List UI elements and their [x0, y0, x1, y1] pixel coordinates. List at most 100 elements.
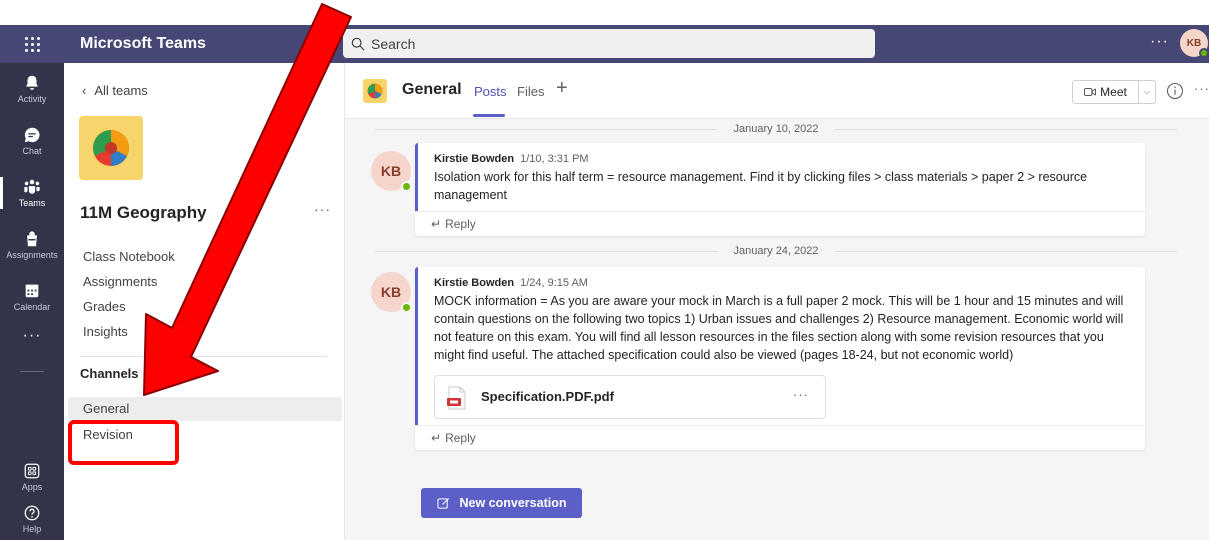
rail-label: Calendar — [13, 302, 51, 312]
channels-heading: Channels — [80, 366, 139, 381]
title-bar: Microsoft Teams ··· KB — [0, 25, 1209, 63]
avatar-initials: KB — [380, 284, 402, 300]
reply-label: Reply — [445, 431, 476, 445]
active-tab-indicator — [473, 114, 505, 117]
team-nav-list: Class Notebook Assignments Grades Insigh… — [83, 248, 175, 348]
post-body: Kirstie Bowden 1/24, 9:15 AM MOCK informa… — [434, 277, 1124, 364]
team-name: 11M Geography — [80, 203, 207, 222]
post-footer: ↵ Reply — [415, 425, 1145, 450]
rail-item-teams[interactable]: Teams — [0, 167, 64, 219]
rail-label: Teams — [18, 198, 46, 208]
reply-arrow-icon: ↵ — [431, 217, 442, 231]
post-author: Kirstie Bowden — [434, 277, 515, 289]
post-card: Kirstie Bowden 1/24, 9:15 AM MOCK informa… — [415, 267, 1145, 450]
post-message: Isolation work for this half term = reso… — [434, 170, 1088, 202]
rail-label: Activity — [17, 94, 47, 104]
date-label: January 10, 2022 — [733, 123, 819, 135]
reply-arrow-icon: ↵ — [431, 431, 442, 445]
channel-general[interactable]: General — [68, 397, 342, 421]
search-box[interactable] — [343, 29, 875, 58]
reply-label: Reply — [445, 217, 476, 231]
channel-header: General Posts Files + Meet ⌵ ··· — [345, 63, 1209, 119]
meet-label: Meet — [1100, 85, 1127, 99]
compose-icon — [436, 497, 449, 509]
rail-item-calendar[interactable]: Calendar — [0, 271, 64, 323]
user-initials: KB — [1186, 37, 1202, 49]
search-input[interactable] — [371, 35, 851, 52]
nav-item-insights[interactable]: Insights — [83, 323, 175, 348]
search-icon — [351, 37, 365, 51]
meet-dropdown-chevron-down-icon[interactable]: ⌵ — [1138, 80, 1156, 104]
new-conversation-label: New conversation — [459, 496, 567, 510]
add-tab-icon[interactable]: + — [556, 77, 568, 100]
tab-files[interactable]: Files — [517, 84, 544, 99]
pane-divider — [80, 356, 327, 357]
rail-label: Chat — [22, 146, 42, 156]
video-camera-icon — [1084, 88, 1096, 96]
date-separator: January 24, 2022 — [375, 244, 1178, 258]
help-icon — [24, 505, 40, 521]
avatar-initials: KB — [380, 163, 402, 179]
meet-button[interactable]: Meet — [1072, 80, 1139, 104]
chat-icon — [24, 127, 40, 143]
apps-icon — [24, 463, 40, 479]
presence-available-icon — [1199, 48, 1209, 58]
date-label: January 24, 2022 — [733, 245, 819, 257]
user-avatar[interactable]: KB — [1180, 29, 1209, 58]
app-launcher-icon[interactable] — [0, 25, 64, 63]
channel-more-options-icon[interactable]: ··· — [1194, 81, 1209, 96]
post-card: Kirstie Bowden 1/10, 3:31 PM Isolation wo… — [415, 143, 1145, 236]
rail-label: Help — [22, 524, 42, 534]
nav-item-class-notebook[interactable]: Class Notebook — [83, 248, 175, 273]
rail-item-chat[interactable]: Chat — [0, 115, 64, 167]
more-options-icon[interactable]: ··· — [1150, 25, 1169, 63]
rail-label: Assignments — [6, 250, 58, 260]
date-separator: January 10, 2022 — [375, 122, 1178, 136]
post-meta: Kirstie Bowden 1/24, 9:15 AM — [434, 277, 1124, 289]
presence-available-icon — [401, 181, 412, 192]
post-time: 1/10, 3:31 PM — [520, 153, 589, 165]
pdf-file-icon — [447, 386, 466, 410]
teams-icon — [24, 179, 40, 194]
team-logo — [79, 116, 143, 180]
geography-globe-icon — [367, 83, 383, 99]
tab-posts[interactable]: Posts — [474, 84, 507, 99]
file-attachment[interactable]: Specification.PDF.pdf ··· — [434, 375, 826, 419]
post-time: 1/24, 9:15 AM — [520, 277, 588, 289]
rail-item-activity[interactable]: Activity — [0, 63, 64, 115]
post-body: Kirstie Bowden 1/10, 3:31 PM Isolation wo… — [434, 153, 1124, 204]
post-message: MOCK information = As you are aware your… — [434, 294, 1124, 362]
nav-item-grades[interactable]: Grades — [83, 298, 175, 323]
reply-button[interactable]: ↵ Reply — [431, 431, 476, 445]
rail-more-icon[interactable]: ··· — [0, 327, 64, 345]
rail-label: Apps — [21, 482, 43, 492]
presence-available-icon — [401, 302, 412, 313]
new-conversation-button[interactable]: New conversation — [421, 488, 582, 518]
post-author-avatar[interactable]: KB — [371, 272, 412, 313]
channel-title: General — [402, 81, 462, 98]
bell-icon — [26, 75, 38, 90]
calendar-icon — [25, 284, 39, 298]
info-icon[interactable] — [1166, 82, 1184, 100]
reply-button[interactable]: ↵ Reply — [431, 217, 476, 231]
team-pane: ‹ All teams 11M Geography ··· Class Noteb… — [64, 63, 345, 540]
all-teams-label: All teams — [94, 83, 148, 98]
team-more-options-icon[interactable]: ··· — [314, 201, 331, 217]
post-footer: ↵ Reply — [415, 211, 1145, 236]
rail-item-help[interactable]: Help — [0, 493, 64, 540]
post-author-avatar[interactable]: KB — [371, 151, 412, 192]
post-accent-bar — [415, 143, 418, 211]
nav-item-assignments[interactable]: Assignments — [83, 273, 175, 298]
rail-item-assignments[interactable]: Assignments — [0, 219, 64, 271]
attachment-file-name: Specification.PDF.pdf — [481, 389, 614, 404]
channel-main: General Posts Files + Meet ⌵ ··· January… — [345, 63, 1209, 540]
post-meta: Kirstie Bowden 1/10, 3:31 PM — [434, 153, 1124, 165]
channel-revision[interactable]: Revision — [68, 423, 342, 447]
all-teams-link[interactable]: ‹ All teams — [82, 83, 148, 98]
app-title: Microsoft Teams — [80, 35, 206, 52]
post-accent-bar — [415, 267, 418, 425]
chevron-left-icon: ‹ — [82, 83, 87, 98]
rail-divider — [20, 371, 44, 372]
attachment-more-options-icon[interactable]: ··· — [793, 387, 809, 402]
post-author: Kirstie Bowden — [434, 153, 515, 165]
